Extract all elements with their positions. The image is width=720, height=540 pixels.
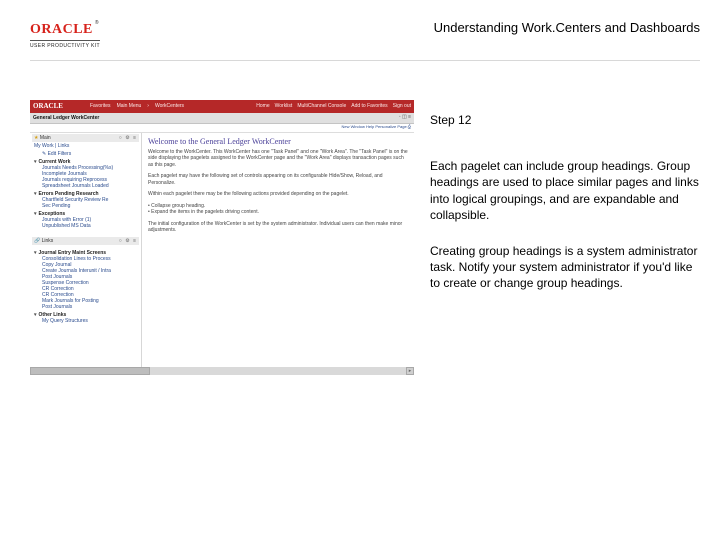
action-bar: New Window Help Personalize Page ⎙ xyxy=(30,124,414,133)
list-item[interactable]: Spreadsheet Journals Loaded xyxy=(34,183,138,189)
bullet-item: Expand the items in the pagelets driving… xyxy=(151,209,259,215)
list-item[interactable]: Unpublished MS Data xyxy=(34,223,138,229)
workcenter-controls[interactable]: ◦ ◫ ≡ xyxy=(399,114,411,120)
pagelet-main-title: Main xyxy=(40,135,51,141)
brand-subtitle: USER PRODUCTIVITY KIT xyxy=(30,40,100,49)
action-bar-links[interactable]: New Window Help Personalize Page ⎙ xyxy=(342,125,411,130)
link-worklist[interactable]: Worklist xyxy=(275,103,293,109)
task-panel: ★ Main ○ ⚙ ≡ My Work | Links ✎ Edit Filt… xyxy=(30,133,142,367)
chevron-down-icon[interactable]: ▾ xyxy=(34,211,37,217)
scroll-right-icon[interactable]: ▸ xyxy=(406,367,414,375)
menu-item-workcenters[interactable]: WorkCenters xyxy=(155,103,184,109)
guide-para-1: Each pagelet can include group headings.… xyxy=(430,158,700,223)
edit-filters-link[interactable]: ✎ Edit Filters xyxy=(34,151,138,157)
pagelet-links-title: Links xyxy=(42,238,54,244)
link-multichannel[interactable]: MultiChannel Console xyxy=(297,103,346,109)
menu-item-favorites[interactable]: Favorites xyxy=(90,103,111,109)
brand-text: ORACLE xyxy=(30,22,93,37)
chevron-down-icon[interactable]: ▾ xyxy=(34,250,37,256)
step-label: Step 12 xyxy=(430,112,700,128)
welcome-title: Welcome to the General Ledger WorkCenter xyxy=(148,137,408,147)
link-add-favorites[interactable]: Add to Favorites xyxy=(351,103,387,109)
pagelet-links-icons[interactable]: ○ ⚙ ≡ xyxy=(119,238,137,244)
brand-logo: ORACLE® USER PRODUCTIVITY KIT xyxy=(30,20,100,49)
list-item[interactable]: Post Journals xyxy=(34,304,138,310)
pagelet-links-header[interactable]: 🔗 Links ○ ⚙ ≡ xyxy=(32,237,139,245)
mywork-tree: ✎ Edit Filters ▾Current Work Journals Ne… xyxy=(32,149,139,233)
app-brand: ORACLE xyxy=(33,102,63,110)
guide-para-2: Creating group headings is a system admi… xyxy=(430,243,700,292)
welcome-p3: Within each pagelet there may be the fol… xyxy=(148,191,408,198)
guide-column: Step 12 Each pagelet can include group h… xyxy=(430,112,700,312)
screenshot-panel: ORACLE Favorites Main Menu › WorkCenters… xyxy=(30,100,414,380)
horizontal-scrollbar[interactable]: ▸ xyxy=(30,367,414,375)
chevron-down-icon[interactable]: ▾ xyxy=(34,159,37,165)
welcome-p4: The initial configuration of the WorkCen… xyxy=(148,221,408,234)
link-icon: 🔗 xyxy=(34,238,40,244)
brand-tm: ® xyxy=(95,20,99,26)
page-title: Understanding Work.Centers and Dashboard… xyxy=(434,20,700,35)
links-tree: ▾Journal Entry Maint Screens Consolidati… xyxy=(32,246,139,328)
app-breadcrumb: Favorites Main Menu › WorkCenters xyxy=(90,103,184,109)
list-item[interactable]: My Query Structures xyxy=(34,318,138,324)
list-item[interactable]: Sec Pending xyxy=(34,203,138,209)
workcenter-titlebar: General Ledger WorkCenter ◦ ◫ ≡ xyxy=(30,113,414,124)
menu-item-main[interactable]: Main Menu xyxy=(117,103,142,109)
welcome-p1: Welcome to the WorkCenter. This WorkCent… xyxy=(148,149,408,169)
pagelet-main-header[interactable]: ★ Main ○ ⚙ ≡ xyxy=(32,134,139,142)
workcenter-title: General Ledger WorkCenter xyxy=(33,115,99,121)
header-divider xyxy=(30,60,700,61)
chevron-down-icon[interactable]: ▾ xyxy=(34,191,37,197)
bullet-item: Collapse group heading. xyxy=(151,203,205,209)
app-toplinks: Home Worklist MultiChannel Console Add t… xyxy=(256,103,411,109)
chevron-down-icon[interactable]: ▾ xyxy=(34,312,37,318)
work-area: Welcome to the General Ledger WorkCenter… xyxy=(142,133,414,367)
welcome-bullets: • Collapse group heading. • Expand the i… xyxy=(148,203,408,216)
app-topbar: ORACLE Favorites Main Menu › WorkCenters… xyxy=(30,100,414,113)
scrollbar-thumb[interactable] xyxy=(30,367,150,375)
link-signout[interactable]: Sign out xyxy=(393,103,411,109)
link-home[interactable]: Home xyxy=(256,103,269,109)
pagelet-main-icons[interactable]: ○ ⚙ ≡ xyxy=(119,135,137,141)
welcome-p2: Each pagelet may have the following set … xyxy=(148,173,408,186)
star-icon: ★ xyxy=(34,135,38,141)
